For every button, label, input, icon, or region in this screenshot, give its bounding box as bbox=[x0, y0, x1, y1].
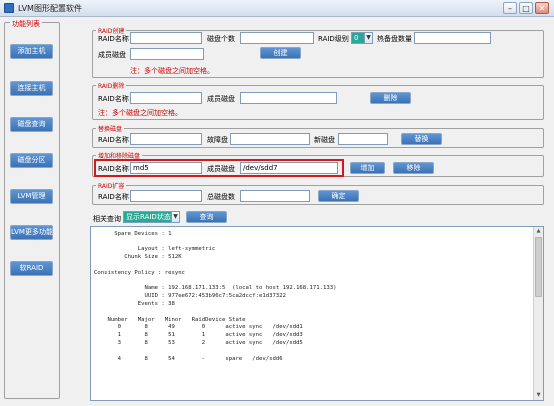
replace-name-label: RAID名称 bbox=[98, 136, 129, 144]
disk-query-button[interactable]: 磁盘查询 bbox=[10, 117, 53, 132]
replace-disk-title: 替换磁盘 bbox=[96, 124, 125, 133]
output-scrollbar[interactable]: ▲ ▼ bbox=[533, 227, 543, 400]
add-remove-member-input[interactable]: /dev/sdd7 bbox=[240, 162, 338, 174]
remove-button[interactable]: 移除 bbox=[393, 162, 434, 174]
hot-spare-label: 热备盘数量 bbox=[377, 35, 412, 43]
raid-expand-title: RAID扩容 bbox=[96, 181, 127, 190]
disk-count-label: 磁盘个数 bbox=[207, 35, 235, 43]
raid-delete-member-input[interactable] bbox=[240, 92, 337, 104]
raid-create-name-label: RAID名称 bbox=[98, 35, 129, 43]
chevron-down-icon[interactable]: ▼ bbox=[364, 32, 373, 44]
soft-raid-button[interactable]: 软RAID bbox=[10, 261, 53, 276]
scroll-up-icon[interactable]: ▲ bbox=[534, 227, 543, 236]
scroll-down-icon[interactable]: ▼ bbox=[534, 391, 543, 400]
add-remove-name-input[interactable]: md5 bbox=[130, 162, 202, 174]
raid-create-note: 注：多个磁盘之间加空格。 bbox=[130, 67, 214, 75]
hot-spare-input[interactable] bbox=[414, 32, 491, 44]
function-list-title: 功能列表 bbox=[10, 19, 42, 29]
total-disks-label: 总磁盘数 bbox=[207, 193, 235, 201]
raid-level-label: RAID级别 bbox=[318, 35, 349, 43]
expand-name-input[interactable] bbox=[130, 190, 202, 202]
chevron-down-icon[interactable]: ▼ bbox=[171, 211, 180, 223]
query-button[interactable]: 查询 bbox=[186, 211, 227, 223]
raid-level-select[interactable]: 0 bbox=[351, 32, 365, 44]
delete-button[interactable]: 删除 bbox=[370, 92, 411, 104]
faulty-disk-input[interactable] bbox=[230, 133, 310, 145]
raid-delete-note: 注：多个磁盘之间加空格。 bbox=[98, 109, 182, 117]
raid-delete-member-label: 成员磁盘 bbox=[207, 95, 235, 103]
replace-button[interactable]: 替换 bbox=[401, 133, 442, 145]
new-disk-input[interactable] bbox=[338, 133, 388, 145]
add-host-button[interactable]: 添加主机 bbox=[10, 44, 53, 59]
faulty-disk-label: 故障盘 bbox=[207, 136, 228, 144]
raid-delete-name-label: RAID名称 bbox=[98, 95, 129, 103]
title-bar bbox=[0, 0, 554, 17]
minimize-button[interactable]: – bbox=[503, 2, 517, 14]
raid-delete-name-input[interactable] bbox=[130, 92, 202, 104]
query-select[interactable]: 显示RAID状态 bbox=[123, 211, 172, 223]
query-label: 相关查询 bbox=[93, 215, 121, 223]
expand-name-label: RAID名称 bbox=[98, 193, 129, 201]
scroll-thumb[interactable] bbox=[535, 237, 542, 297]
replace-name-input[interactable] bbox=[130, 133, 202, 145]
close-button[interactable]: ✕ bbox=[535, 2, 549, 14]
add-button[interactable]: 增加 bbox=[350, 162, 385, 174]
maximize-button[interactable]: □ bbox=[519, 2, 533, 14]
lvm-more-button[interactable]: LVM更多功能 bbox=[10, 225, 53, 240]
raid-create-member-label: 成员磁盘 bbox=[98, 51, 126, 59]
output-text: Failed Devices : 0 Spare Devices : 1 Lay… bbox=[94, 226, 337, 362]
add-remove-member-label: 成员磁盘 bbox=[207, 165, 235, 173]
raid-delete-title: RAID删除 bbox=[96, 81, 127, 90]
connect-host-button[interactable]: 连接主机 bbox=[10, 81, 53, 96]
confirm-button[interactable]: 确定 bbox=[318, 190, 359, 202]
create-button[interactable]: 创建 bbox=[260, 47, 301, 59]
output-text-area[interactable]: Failed Devices : 0 Spare Devices : 1 Lay… bbox=[90, 226, 544, 401]
raid-create-member-input[interactable] bbox=[130, 48, 204, 60]
raid-create-name-input[interactable] bbox=[130, 32, 202, 44]
app-icon bbox=[4, 3, 14, 13]
total-disks-input[interactable] bbox=[240, 190, 310, 202]
window-title: LVM图形配置软件 bbox=[18, 4, 82, 13]
lvm-manage-button[interactable]: LVM管理 bbox=[10, 189, 53, 204]
function-list-group bbox=[4, 22, 60, 399]
disk-partition-button[interactable]: 磁盘分区 bbox=[10, 153, 53, 168]
add-remove-name-label: RAID名称 bbox=[98, 165, 129, 173]
disk-count-input[interactable] bbox=[240, 32, 314, 44]
new-disk-label: 新磁盘 bbox=[314, 136, 335, 144]
